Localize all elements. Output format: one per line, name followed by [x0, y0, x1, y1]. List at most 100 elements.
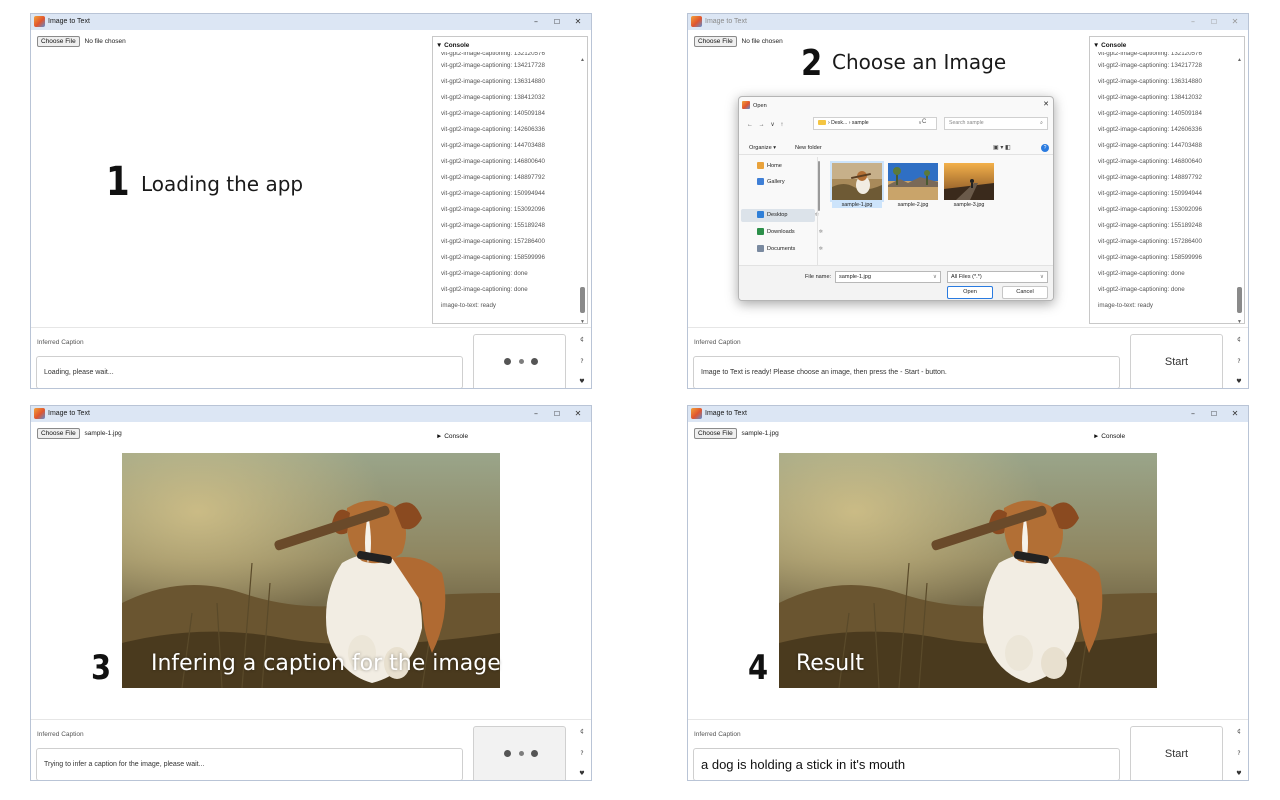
heart-icon[interactable]: ♥: [1234, 378, 1244, 385]
help-icon[interactable]: ?: [1041, 144, 1049, 152]
start-button[interactable]: Start: [1130, 334, 1223, 388]
scroll-thumb[interactable]: [580, 287, 585, 313]
nav-item-documents[interactable]: Documents ✲: [757, 244, 823, 255]
refresh-icon[interactable]: C: [922, 119, 926, 125]
close-icon[interactable]: ✕: [568, 16, 588, 28]
file-type-value: All Files (*.*): [951, 274, 982, 280]
cancel-button[interactable]: Cancel: [1002, 286, 1048, 299]
file-type-select[interactable]: All Files (*.*) ∨: [947, 271, 1048, 283]
console-scrollbar[interactable]: ▲ ▼: [1237, 57, 1242, 323]
thumbnail-image: [888, 163, 938, 200]
organize-button[interactable]: Organize ▾: [749, 145, 776, 151]
file-item-sample-3[interactable]: sample-3.jpg: [944, 163, 994, 208]
close-icon[interactable]: ✕: [1225, 408, 1245, 420]
maximize-icon[interactable]: ☐: [547, 16, 567, 28]
minimize-icon[interactable]: –: [1183, 16, 1203, 28]
console-line: vit-gpt2-image-captioning: done: [1098, 270, 1185, 277]
search-input[interactable]: Search sample ⌕: [944, 117, 1048, 130]
step-title: Loading the app: [141, 172, 304, 196]
view-options-icon[interactable]: ▣ ▾ ◧: [993, 144, 1011, 151]
nav-arrows-icon[interactable]: ← → ∨ ↑: [747, 121, 783, 128]
thumbnail-image: [944, 163, 994, 200]
side-toolbar: ¢ ? ♥: [577, 336, 587, 388]
console-log: vit-gpt2-image-captioning: 132120576 vit-…: [1098, 52, 1228, 314]
open-button[interactable]: Open: [947, 286, 993, 299]
panel-step-2: Image to Text – ☐ ✕ Choose File No file …: [687, 13, 1249, 389]
console-toggle[interactable]: ▼ Console: [1093, 42, 1126, 49]
console-toggle[interactable]: ► Console: [436, 433, 468, 440]
copy-icon[interactable]: ¢: [1234, 728, 1244, 735]
scroll-down-icon[interactable]: ▼: [1237, 319, 1242, 323]
close-icon[interactable]: ✕: [1043, 100, 1049, 108]
caption-output: Loading, please wait...: [36, 356, 463, 388]
copy-icon[interactable]: ¢: [577, 728, 587, 735]
chevron-down-icon[interactable]: ∨: [933, 272, 937, 282]
file-name: sample-1.jpg: [832, 202, 882, 208]
copy-icon[interactable]: ¢: [577, 336, 587, 343]
maximize-icon[interactable]: ☐: [547, 408, 567, 420]
new-folder-button[interactable]: New folder: [795, 145, 822, 151]
step-number: 3: [91, 648, 112, 688]
minimize-icon[interactable]: –: [526, 408, 546, 420]
scroll-up-icon[interactable]: ▲: [1237, 57, 1242, 63]
nav-item-label: Downloads: [767, 229, 795, 235]
title-bar: Image to Text – ☐ ✕: [688, 14, 1248, 30]
nav-item-downloads[interactable]: Downloads ✲: [757, 227, 823, 238]
busy-button: [473, 726, 566, 780]
caption-label: Inferred Caption: [37, 731, 84, 738]
nav-item-desktop[interactable]: Desktop ✲: [757, 210, 819, 221]
scroll-up-icon[interactable]: ▲: [580, 57, 585, 63]
pin-icon[interactable]: ✲: [819, 244, 823, 255]
help-icon[interactable]: ?: [1234, 750, 1244, 757]
help-icon[interactable]: ?: [1234, 358, 1244, 365]
close-icon[interactable]: ✕: [1225, 16, 1245, 28]
choose-file-button[interactable]: Choose File: [37, 36, 80, 47]
help-icon[interactable]: ?: [577, 358, 587, 365]
console-line: vit-gpt2-image-captioning: 138412032: [441, 94, 545, 101]
console-toggle[interactable]: ► Console: [1093, 433, 1125, 440]
caption-output: Image to Text is ready! Please choose an…: [693, 356, 1120, 388]
console-line: vit-gpt2-image-captioning: 148897792: [441, 174, 545, 181]
choose-file-button[interactable]: Choose File: [37, 428, 80, 439]
console-toggle[interactable]: ▼ Console: [436, 42, 469, 49]
download-icon: [757, 228, 764, 236]
start-button[interactable]: Start: [1130, 726, 1223, 780]
nav-scrollbar[interactable]: [818, 161, 820, 211]
file-status: sample-1.jpg: [84, 430, 122, 437]
close-icon[interactable]: ✕: [568, 408, 588, 420]
nav-item-label: Home: [767, 163, 782, 169]
choose-file-button[interactable]: Choose File: [694, 428, 737, 439]
caption-output: a dog is holding a stick in it's mouth: [693, 748, 1120, 780]
maximize-icon[interactable]: ☐: [1204, 408, 1224, 420]
home-icon: [757, 162, 764, 170]
file-name-input[interactable]: sample-1.jpg ∨: [835, 271, 941, 283]
file-item-sample-2[interactable]: sample-2.jpg: [888, 163, 938, 208]
step-title: Result: [796, 651, 864, 676]
heart-icon[interactable]: ♥: [577, 770, 587, 777]
console-line: vit-gpt2-image-captioning: 138412032: [1098, 94, 1202, 101]
minimize-icon[interactable]: –: [526, 16, 546, 28]
folder-icon: [818, 120, 826, 126]
heart-icon[interactable]: ♥: [577, 378, 587, 385]
file-input: Choose File No file chosen: [37, 36, 126, 47]
maximize-icon[interactable]: ☐: [1204, 16, 1224, 28]
dialog-title: Open: [753, 103, 767, 109]
nav-item-home[interactable]: Home: [757, 161, 782, 172]
title-bar: Image to Text – ☐ ✕: [31, 14, 591, 30]
panel-step-3: Image to Text – ☐ ✕ Choose File sample-1…: [30, 405, 592, 781]
file-input: Choose File sample-1.jpg: [694, 428, 779, 439]
file-item-sample-1[interactable]: sample-1.jpg: [830, 161, 884, 208]
heart-icon[interactable]: ♥: [1234, 770, 1244, 777]
minimize-icon[interactable]: –: [1183, 408, 1203, 420]
address-bar[interactable]: › Desk... › sample ∨: [813, 117, 937, 130]
scroll-down-icon[interactable]: ▼: [580, 319, 585, 323]
scroll-thumb[interactable]: [1237, 287, 1242, 313]
help-icon[interactable]: ?: [577, 750, 587, 757]
console-scrollbar[interactable]: ▲ ▼: [580, 57, 585, 323]
choose-file-button[interactable]: Choose File: [694, 36, 737, 47]
nav-item-gallery[interactable]: Gallery: [757, 177, 785, 188]
pin-icon[interactable]: ✲: [819, 227, 823, 238]
copy-icon[interactable]: ¢: [1234, 336, 1244, 343]
console-line: vit-gpt2-image-captioning: 146800640: [1098, 158, 1202, 165]
chevron-down-icon[interactable]: ∨: [1040, 272, 1044, 282]
